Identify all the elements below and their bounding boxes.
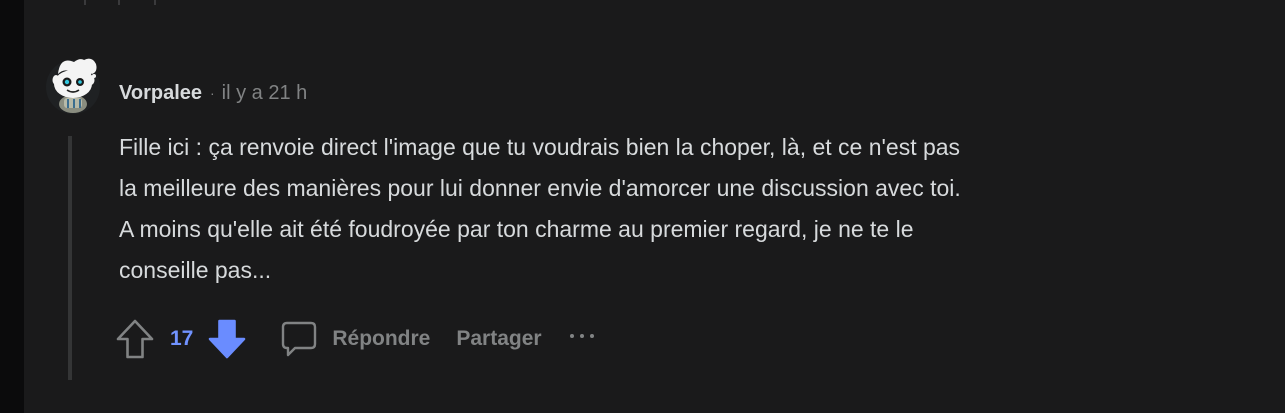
comment-bubble-icon: [282, 321, 317, 357]
downvote-button[interactable]: [207, 318, 247, 360]
more-options-button[interactable]: [569, 334, 594, 344]
parent-thread-line: [118, 0, 120, 5]
upvote-button[interactable]: [115, 318, 155, 360]
comment-meta: Vorpalee · il y a 21 h: [119, 81, 307, 105]
comment-body-line: Fille ici : ça renvoie direct l'image qu…: [119, 134, 961, 160]
snoo-avatar-icon[interactable]: [44, 50, 102, 114]
comment-author[interactable]: Vorpalee: [119, 82, 202, 105]
more-dots-icon: [569, 334, 574, 338]
comment-body-line: la meilleure des manières pour lui donne…: [119, 175, 961, 201]
comment-action-bar: 17 Répondre Partager: [115, 316, 594, 362]
parent-thread-line: [84, 0, 86, 5]
comment-body: Fille ici : ça renvoie direct l'image qu…: [119, 127, 1229, 291]
upvote-arrow-icon: [116, 319, 154, 359]
comment-body-line: conseille pas...: [119, 257, 272, 283]
more-dots-icon: [589, 334, 594, 338]
downvote-arrow-icon: [209, 319, 246, 359]
comment-timestamp[interactable]: il y a 21 h: [222, 82, 308, 105]
parent-thread-line: [154, 0, 156, 5]
share-button[interactable]: Partager: [456, 327, 541, 351]
reply-label: Répondre: [332, 327, 431, 350]
reply-button[interactable]: Répondre: [280, 320, 430, 358]
vote-count: 17: [170, 327, 194, 350]
meta-separator: ·: [210, 85, 215, 101]
comment-body-line: A moins qu'elle ait été foudroyée par to…: [119, 216, 914, 242]
thread-collapse-line[interactable]: [68, 136, 72, 380]
more-dots-icon: [579, 334, 584, 338]
